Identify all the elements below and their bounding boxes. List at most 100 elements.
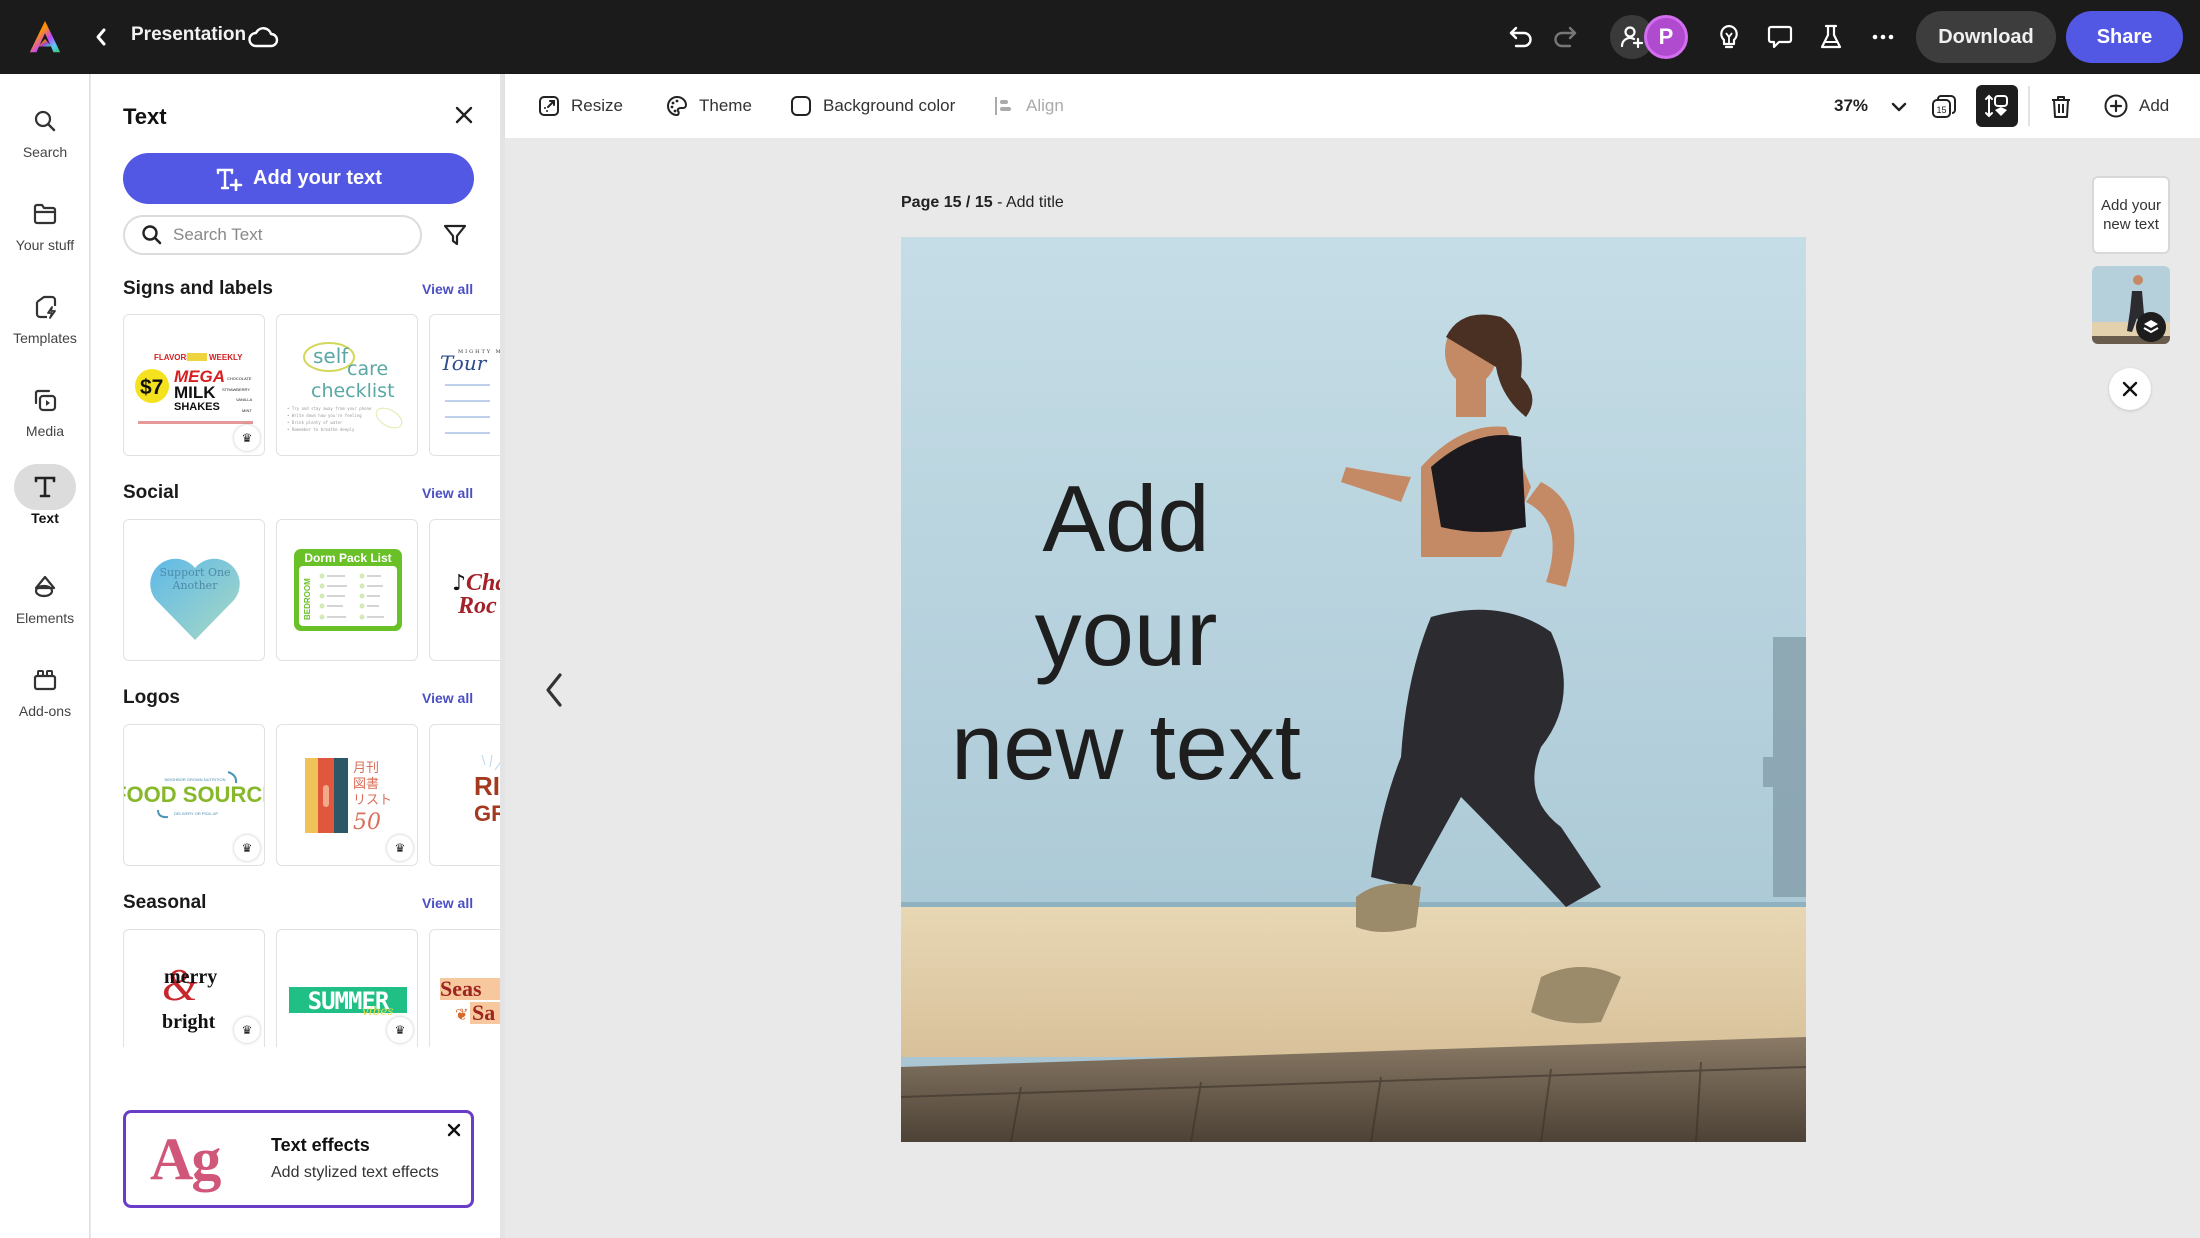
template-card[interactable]: SUMMER vibes ♛: [276, 929, 418, 1047]
rail-item-templates[interactable]: Templates: [0, 284, 90, 364]
template-card[interactable]: FLAVORS WEEKLY $7 MEGA MILK SHAKES CHOCO…: [123, 314, 265, 456]
search-text-input[interactable]: [173, 225, 403, 245]
template-card[interactable]: Dorm Pack List BEDROOM: [276, 519, 418, 661]
view-all-signs[interactable]: View all: [422, 281, 473, 297]
svg-text:bright: bright: [162, 1011, 216, 1033]
resize-button[interactable]: Resize: [537, 90, 623, 122]
close-text-effects-button[interactable]: [441, 1117, 467, 1143]
zoom-dropdown[interactable]: [1884, 88, 1914, 126]
search-text-field[interactable]: [123, 215, 422, 255]
download-button[interactable]: Download: [1916, 11, 2056, 63]
rail-item-add-ons[interactable]: Add-ons: [0, 657, 90, 737]
previous-page-button[interactable]: [536, 665, 572, 715]
slide-text-box[interactable]: Add your new text: [941, 462, 1311, 804]
svg-text:• Remember to breathe deeply: • Remember to breathe deeply: [287, 427, 355, 432]
search-icon: [34, 110, 56, 132]
rail-item-elements[interactable]: Elements: [0, 564, 90, 644]
text-effects-card[interactable]: Ag Text effects Add stylized text effect…: [123, 1110, 474, 1208]
slide-canvas[interactable]: Add your new text: [901, 237, 1806, 1142]
layers-toggle-button[interactable]: [1976, 85, 2018, 127]
document-title[interactable]: Presentation: [131, 24, 246, 46]
background-color-button[interactable]: Background color: [789, 90, 955, 122]
back-button[interactable]: [88, 20, 114, 54]
svg-text:CHOCOLATE: CHOCOLATE: [227, 376, 252, 381]
text-effects-preview: Ag: [150, 1126, 221, 1192]
pages-button[interactable]: 15: [1925, 88, 1963, 126]
text-icon: [34, 476, 56, 498]
template-card[interactable]: & merry bright ♛: [123, 929, 265, 1047]
svg-text:WEEKLY: WEEKLY: [209, 353, 243, 362]
add-user-icon: [1620, 26, 1644, 49]
rail-item-search[interactable]: Search: [0, 98, 90, 178]
close-panel-button[interactable]: [449, 100, 479, 130]
svg-text:Sa: Sa: [472, 1000, 495, 1025]
undo-icon: [1509, 26, 1532, 48]
labs-button[interactable]: [1812, 18, 1850, 56]
add-page-title[interactable]: Add title: [1006, 194, 1064, 211]
view-all-logos[interactable]: View all: [422, 690, 473, 706]
cloud-icon[interactable]: [247, 21, 279, 53]
text-effects-subtitle: Add stylized text effects: [271, 1164, 439, 1181]
layer-thumb-text[interactable]: Add your new text: [2092, 176, 2170, 254]
svg-text:図書: 図書: [353, 777, 379, 792]
close-icon: [2122, 381, 2138, 397]
svg-text:MILK: MILK: [174, 383, 216, 402]
share-button[interactable]: Share: [2066, 11, 2183, 63]
section-title-logos: Logos: [123, 687, 180, 708]
svg-text:DELIVERY OR PICK-UP: DELIVERY OR PICK-UP: [174, 811, 218, 816]
add-text-icon: [216, 168, 243, 191]
align-button[interactable]: Align: [992, 90, 1064, 122]
svg-text:• Drink plenty of water: • Drink plenty of water: [287, 420, 343, 425]
more-button[interactable]: [1864, 18, 1902, 56]
svg-text:MINT: MINT: [242, 408, 252, 413]
add-circle-icon: [2104, 94, 2128, 118]
view-all-social[interactable]: View all: [422, 485, 473, 501]
add-your-text-label: Add your text: [253, 167, 382, 189]
user-avatar[interactable]: P: [1644, 15, 1688, 59]
redo-button[interactable]: [1546, 18, 1584, 56]
svg-text:checklist: checklist: [311, 380, 395, 402]
dorm-pack-list-preview: Dorm Pack List BEDROOM: [294, 549, 402, 631]
svg-text:self: self: [313, 344, 349, 368]
lightbulb-icon: [1720, 24, 1738, 49]
close-icon: [447, 1123, 461, 1137]
svg-text:care: care: [347, 358, 388, 380]
svg-text:vibes: vibes: [362, 1004, 394, 1018]
rail-item-media[interactable]: Media: [0, 377, 90, 457]
add-your-text-button[interactable]: Add your text: [123, 153, 474, 204]
more-icon: [1872, 34, 1894, 40]
theme-button[interactable]: Theme: [665, 90, 752, 122]
close-icon: [455, 106, 473, 124]
delete-button[interactable]: [2042, 88, 2080, 126]
svg-text:50: 50: [353, 810, 381, 835]
text-effects-title: Text effects: [271, 1135, 370, 1155]
rail-item-text[interactable]: Text: [0, 464, 90, 544]
rail-item-your-stuff[interactable]: Your stuff: [0, 191, 90, 271]
undo-button[interactable]: [1502, 18, 1540, 56]
chevron-left-icon: [546, 673, 562, 707]
svg-text:FOOD SOURCE: FOOD SOURCE: [124, 782, 265, 807]
template-card[interactable]: NEIGHBOR GROWN NUTRITION FOOD SOURCE DEL…: [123, 724, 265, 866]
folder-icon: [33, 203, 57, 225]
close-layers-button[interactable]: [2109, 368, 2151, 410]
comments-button[interactable]: [1761, 18, 1799, 56]
svg-text:$7: $7: [140, 376, 163, 399]
section-title-social: Social: [123, 482, 179, 503]
premium-crown-icon: ♛: [234, 425, 260, 451]
tips-button[interactable]: [1710, 18, 1748, 56]
svg-text:• Try and stay away from your: • Try and stay away from your phone: [287, 406, 372, 411]
palette-icon: [667, 95, 688, 117]
zoom-level[interactable]: 37%: [1834, 96, 1868, 116]
add-button[interactable]: Add: [2103, 90, 2169, 122]
svg-text:Tour: Tour: [440, 351, 488, 375]
adobe-express-logo[interactable]: [26, 18, 64, 56]
filter-button[interactable]: [439, 219, 471, 251]
svg-text:15: 15: [1936, 105, 1946, 115]
top-bar: Presentation P Download Share: [0, 0, 2200, 74]
svg-text:Another: Another: [172, 579, 219, 592]
view-all-seasonal[interactable]: View all: [422, 895, 473, 911]
template-card[interactable]: 月刊 図書 リスト 50 ♛: [276, 724, 418, 866]
layers-button[interactable]: [2136, 312, 2166, 342]
template-card[interactable]: Support One Another: [123, 519, 265, 661]
template-card[interactable]: self care checklist • Try and stay away …: [276, 314, 418, 456]
